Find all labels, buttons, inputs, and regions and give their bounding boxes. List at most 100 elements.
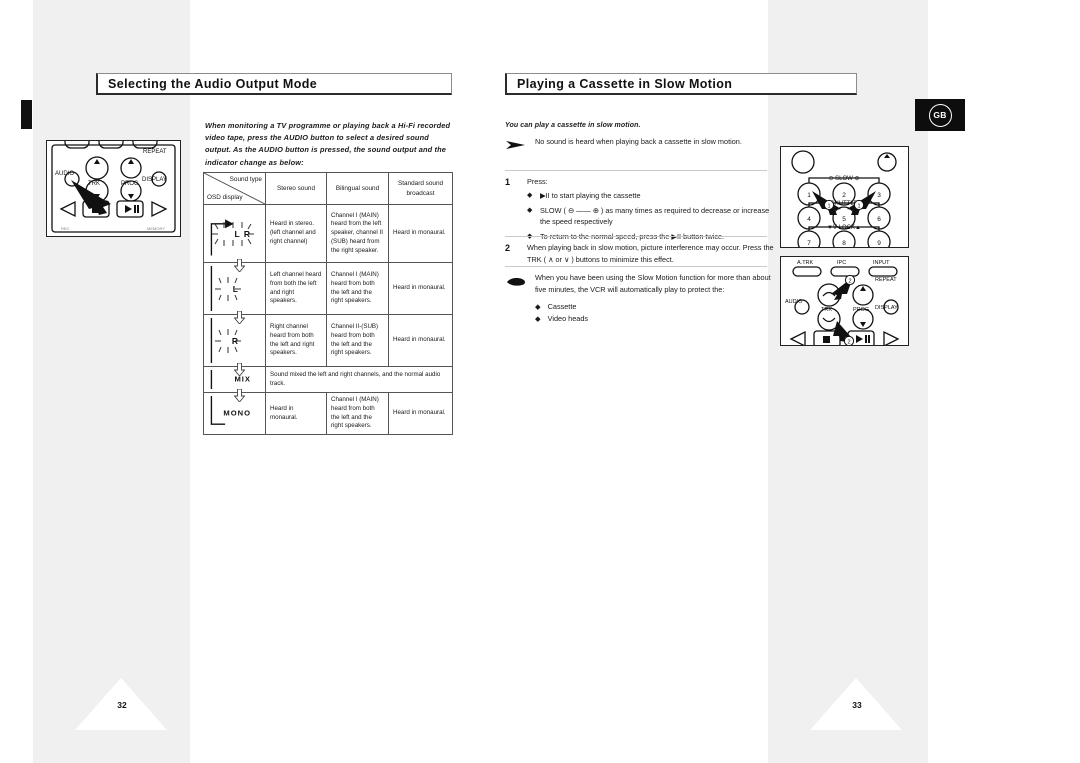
svg-text:3: 3 bbox=[877, 192, 881, 199]
step-1-number: 1 bbox=[505, 177, 511, 187]
down-arrow-icon bbox=[234, 389, 245, 402]
divider bbox=[505, 236, 767, 237]
header-bilingual-sound: Bilingual sound bbox=[326, 172, 389, 205]
cell-standard: Heard in monaural. bbox=[388, 262, 453, 315]
country-badge-label: GB bbox=[928, 103, 952, 127]
osd-indicator-cell: L bbox=[203, 259, 266, 315]
remote-audio-illustration: REPEAT AUDIO DISPLAY TRK PROG REC MEMORY bbox=[46, 140, 181, 237]
svg-text:2: 2 bbox=[842, 192, 846, 199]
bullet-icon: ◆ bbox=[527, 191, 533, 200]
tip-item-0: Cassette bbox=[547, 301, 577, 311]
osd-indicator-cell: MONO bbox=[203, 389, 266, 436]
svg-text:1: 1 bbox=[827, 204, 830, 210]
bullet-icon: ◆ bbox=[527, 205, 533, 214]
audio-output-mode-table: Sound type OSD display Stereo sound Bili… bbox=[203, 172, 453, 436]
left-page-grey-band bbox=[33, 0, 190, 763]
osd-indicator-label: L R bbox=[234, 228, 251, 239]
osd-indicator-label: R bbox=[231, 335, 239, 346]
note-arrow-icon bbox=[505, 136, 527, 156]
osd-indicator-label: MIX bbox=[234, 374, 251, 384]
remote-keypad-illustration: 123 456 789 ⊖ SLOW ⊕ SHUTTLE ▼V-LOCK▲ 1 … bbox=[780, 146, 909, 248]
down-arrow-icon bbox=[234, 311, 245, 324]
svg-text:REPEAT: REPEAT bbox=[875, 277, 897, 283]
svg-text:DISPLAY: DISPLAY bbox=[142, 177, 167, 183]
svg-text:⊖ SLOW ⊕: ⊖ SLOW ⊕ bbox=[828, 176, 859, 182]
svg-text:REC: REC bbox=[61, 226, 70, 231]
svg-text:A.TRK: A.TRK bbox=[797, 260, 814, 266]
table-row: L Left channel heard from both the left … bbox=[203, 259, 453, 315]
svg-text:INPUT: INPUT bbox=[873, 260, 890, 266]
svg-text:2: 2 bbox=[847, 340, 850, 346]
svg-text:AUDIO: AUDIO bbox=[55, 171, 74, 177]
slow-motion-lead: You can play a cassette in slow motion. bbox=[505, 122, 641, 129]
svg-text:7: 7 bbox=[807, 240, 811, 247]
cell-bilingual: Channel I (MAIN) heard from both the lef… bbox=[326, 262, 389, 315]
tip-item-1: Video heads bbox=[547, 314, 589, 324]
step-2-text: When playing back in slow motion, pictur… bbox=[527, 243, 774, 264]
svg-text:PROG: PROG bbox=[121, 181, 139, 187]
list-item: ◆ SLOW ( ⊖ —— ⊕ ) as many times as requir… bbox=[527, 205, 775, 229]
list-item: ◆ Cassette bbox=[535, 301, 773, 313]
table-row: L R Heard in stereo. (left channel and r… bbox=[203, 204, 453, 263]
right-page-title-text: Playing a Cassette in Slow Motion bbox=[517, 76, 733, 91]
svg-text:REPEAT: REPEAT bbox=[143, 149, 167, 155]
header-standard-broadcast: Standard sound broadcast bbox=[388, 172, 453, 205]
cell-standard: Heard in monaural. bbox=[388, 391, 453, 436]
svg-text:MEMORY: MEMORY bbox=[147, 226, 165, 231]
bullet-icon: ◆ bbox=[535, 314, 541, 324]
country-badge: GB bbox=[915, 99, 965, 131]
svg-text:▼V-LOCK▲: ▼V-LOCK▲ bbox=[827, 225, 861, 231]
cell-standard: Heard in monaural. bbox=[388, 204, 453, 263]
svg-text:5: 5 bbox=[842, 216, 846, 223]
svg-text:1: 1 bbox=[857, 204, 860, 210]
step-1: 1 Press: ◆ ▶II to start playing the casse… bbox=[505, 176, 775, 243]
svg-text:2: 2 bbox=[848, 279, 851, 285]
down-arrow-icon bbox=[234, 259, 245, 272]
list-item: ◆ ▶II to start playing the cassette bbox=[527, 190, 775, 202]
svg-text:IPC: IPC bbox=[837, 260, 846, 266]
table-header-diagonal: Sound type OSD display bbox=[203, 172, 266, 205]
osd-indicator-cell: L R bbox=[203, 204, 266, 263]
cell-bilingual: Channel I (MAIN) heard from the left spe… bbox=[326, 204, 389, 263]
svg-text:9: 9 bbox=[877, 240, 881, 247]
right-page-grey-band bbox=[768, 0, 928, 763]
table-row: R Right channel heard from both the left… bbox=[203, 311, 453, 367]
tip-text: When you have been using the Slow Motion… bbox=[535, 273, 771, 294]
list-item: ◆ Video heads bbox=[535, 313, 773, 325]
table-header-row: Sound type OSD display Stereo sound Bili… bbox=[203, 172, 453, 205]
right-page-title: Playing a Cassette in Slow Motion bbox=[505, 73, 857, 95]
cell-mix-merged: Sound mixed the left and right channels,… bbox=[265, 366, 453, 393]
svg-text:TRK: TRK bbox=[88, 181, 100, 187]
svg-text:6: 6 bbox=[877, 216, 881, 223]
svg-text:4: 4 bbox=[807, 216, 811, 223]
cell-stereo: Heard in stereo. (left channel and right… bbox=[265, 204, 327, 263]
osd-indicator-label: MONO bbox=[223, 408, 251, 418]
cell-standard: Heard in monaural. bbox=[388, 314, 453, 367]
osd-indicator-cell: R bbox=[203, 311, 266, 367]
cell-bilingual: Channel I (MAIN) heard from both the lef… bbox=[326, 391, 389, 436]
remote-trk-illustration: A.TRK IPC INPUT REPEAT AUDIO DISPLAY TRK… bbox=[780, 256, 909, 346]
header-sound-type: Sound type bbox=[229, 176, 262, 183]
osd-indicator-label: L bbox=[232, 283, 239, 294]
divider bbox=[505, 170, 767, 171]
step-1-text: Press: bbox=[527, 177, 548, 186]
table-row: MONO Heard in monaural. Channel I (MAIN)… bbox=[203, 389, 453, 436]
svg-text:8: 8 bbox=[842, 240, 846, 247]
svg-text:AUDIO: AUDIO bbox=[785, 299, 803, 305]
step-2-number: 2 bbox=[505, 243, 511, 253]
header-osd-display: OSD display bbox=[207, 193, 243, 201]
slow-motion-note-text: No sound is heard when playing back a ca… bbox=[535, 137, 742, 146]
step-2: 2 When playing back in slow motion, pict… bbox=[505, 242, 775, 266]
svg-text:PROG: PROG bbox=[853, 307, 869, 313]
chapter-tab-marker bbox=[21, 100, 32, 129]
header-stereo-sound: Stereo sound bbox=[265, 172, 327, 205]
step-1-bullets: ◆ ▶II to start playing the cassette ◆ SLOW… bbox=[527, 190, 775, 242]
tip-items: ◆ Cassette ◆ Video heads bbox=[535, 301, 773, 326]
cell-stereo: Right channel heard from both the left a… bbox=[265, 314, 327, 367]
svg-text:1: 1 bbox=[807, 192, 811, 199]
step-1-bullet-1: SLOW ( ⊖ —— ⊕ ) as many times as require… bbox=[540, 205, 770, 227]
cell-stereo: Heard in monaural. bbox=[265, 391, 327, 436]
cell-bilingual: Channel II-(SUB) heard from both the lef… bbox=[326, 314, 389, 367]
bullet-icon: ◆ bbox=[535, 301, 541, 311]
slow-motion-tip: When you have been using the Slow Motion… bbox=[505, 272, 773, 325]
